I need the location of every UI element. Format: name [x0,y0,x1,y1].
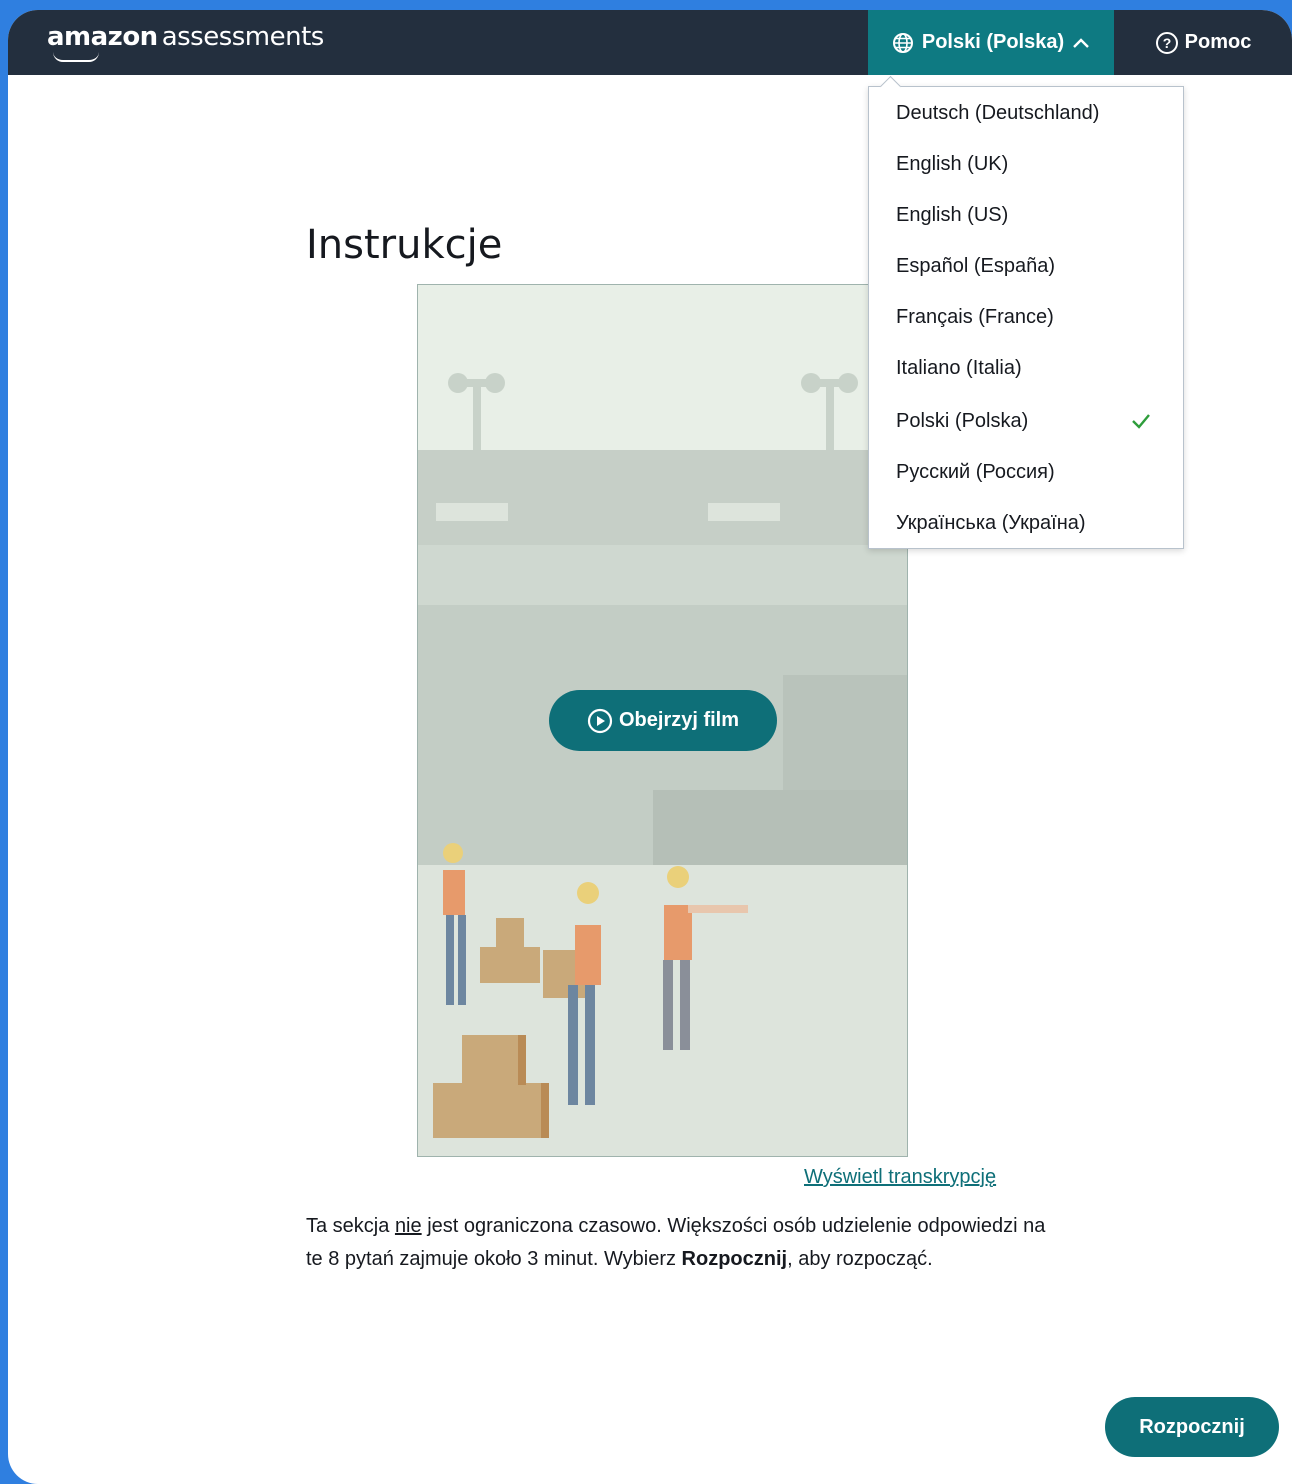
language-option-label: English (UK) [896,153,1009,175]
language-option-en-us[interactable]: English (US) [896,200,1166,230]
help-button-label: Pomoc [1184,31,1252,53]
language-option-label: Polski (Polska) [896,410,1029,432]
instructions-emphasis: nie [394,1215,422,1237]
language-option-de[interactable]: Deutsch (Deutschland) [896,98,1166,128]
language-option-label: Українська (Україна) [896,512,1086,534]
language-option-it[interactable]: Italiano (Italia) [896,353,1166,383]
language-option-uk[interactable]: Українська (Україна) [896,508,1166,538]
view-transcript-link[interactable]: Wyświetl transkrypcję [804,1166,996,1189]
language-option-es[interactable]: Español (España) [896,251,1166,281]
language-option-label: Español (España) [896,255,1055,277]
language-selector-label: Polski (Polska) [921,31,1065,53]
instructions-part1: Ta sekcja [306,1215,395,1237]
language-option-fr[interactable]: Français (France) [896,302,1166,332]
language-option-label: Русский (Россия) [896,461,1055,483]
logo-product: assessments [161,22,325,52]
language-option-label: English (US) [896,204,1009,226]
chevron-up-icon [1073,37,1089,48]
page-title: Instrukcje [306,222,503,268]
help-button[interactable]: ? Pomoc [1114,10,1292,75]
instructions-text: Ta sekcja nie jest ograniczona czasowo. … [306,1210,1066,1276]
language-option-ru[interactable]: Русский (Россия) [896,457,1166,487]
language-option-label: Français (France) [896,306,1054,328]
play-circle-icon [587,708,613,733]
language-option-label: Italiano (Italia) [896,357,1022,379]
watch-video-label: Obejrzyj film [618,709,740,731]
svg-text:?: ? [1162,35,1171,51]
video-thumbnail[interactable]: Obejrzyj film [417,284,908,1157]
logo-smile-icon [53,52,99,62]
top-nav-bar: amazon assessments Polski (Polska) ? Pomo… [8,10,1292,75]
globe-icon [892,32,913,53]
app-window: amazon assessments Polski (Polska) ? Pomo… [8,10,1292,1484]
check-icon [1132,414,1150,429]
start-button[interactable]: Rozpocznij [1105,1397,1279,1457]
language-option-en-uk[interactable]: English (UK) [896,149,1166,179]
language-selector-button[interactable]: Polski (Polska) [868,10,1114,75]
amazon-assessments-logo[interactable]: amazon assessments [47,22,325,62]
watch-video-button[interactable]: Obejrzyj film [549,690,777,751]
language-dropdown-menu: Deutsch (Deutschland) English (UK) Engli… [868,75,1184,549]
logo-brand: amazon [47,22,158,52]
help-circle-icon: ? [1155,31,1178,54]
dropdown-caret [879,75,902,98]
language-option-pl[interactable]: Polski (Polska) [896,406,1166,436]
instructions-part3: , aby rozpocząć. [787,1248,933,1270]
language-option-label: Deutsch (Deutschland) [896,102,1100,124]
instructions-bold: Rozpocznij [681,1248,788,1270]
